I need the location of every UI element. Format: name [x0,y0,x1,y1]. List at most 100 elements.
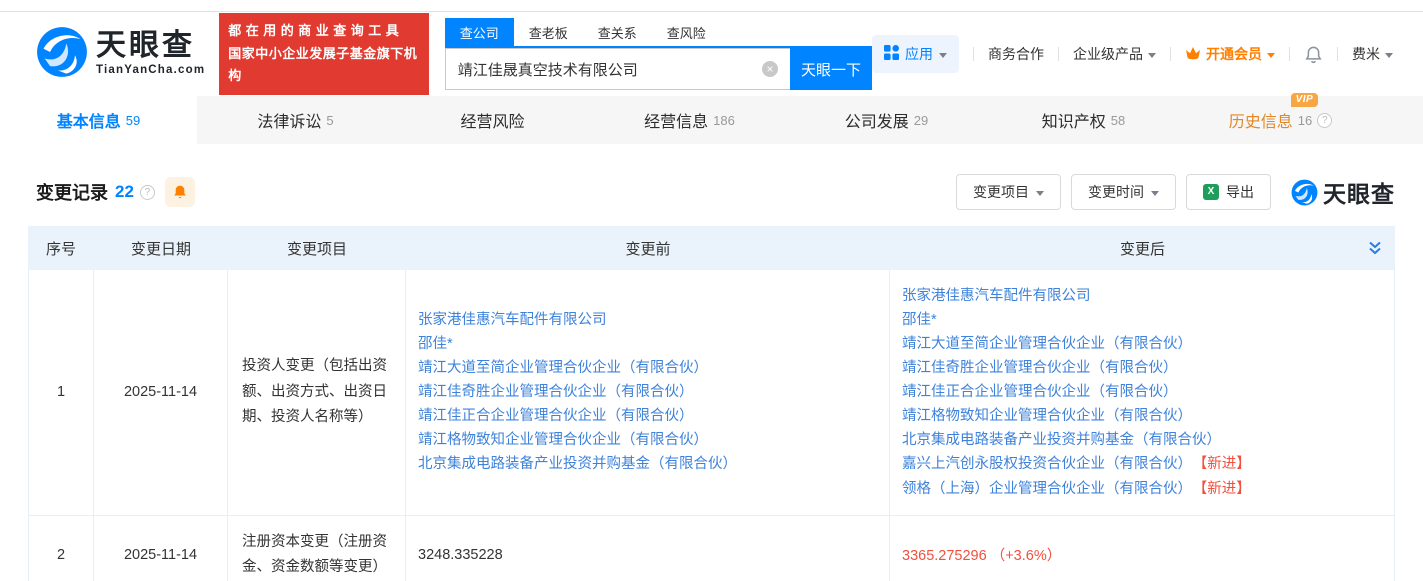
header-nav: 应用 商务合作 企业级产品 开通会员 [872,35,1393,73]
tab-intellectual-property[interactable]: 知识产权 58 [985,96,1182,144]
tab-basic-info[interactable]: 基本信息 59 [0,96,197,144]
chevron-down-icon [939,53,947,58]
cell-before: 张家港佳惠汽车配件有限公司 邵佳* 靖江大道至简企业管理合伙企业（有限合伙） 靖… [406,270,890,515]
col-header-no: 序号 [28,238,94,259]
filter-change-item-button[interactable]: 变更项目 [956,174,1061,210]
col-header-after: 变更后 [890,238,1395,259]
help-icon[interactable]: ? [140,185,155,200]
monitor-bell-button[interactable] [165,177,195,207]
search-button[interactable]: 天眼一下 [790,48,872,90]
search-input[interactable] [445,48,790,90]
company-link[interactable]: 靖江格物致知企业管理合伙企业（有限合伙） [902,408,1192,424]
tianyancha-logo-icon [1291,179,1318,206]
page-tab-bar: 基本信息 59 法律诉讼 5 经营风险 经营信息 186 公司发展 29 知识产… [0,96,1423,144]
search-tab-risk[interactable]: 查风险 [652,18,721,46]
company-link[interactable]: 领格（上海）企业管理合伙企业（有限合伙） [902,481,1192,497]
company-link[interactable]: 靖江佳正合企业管理合伙企业（有限合伙） [418,408,694,424]
apps-grid-icon [884,45,899,63]
cell-after: 3365.275296 （+3.6%） [890,516,1395,581]
divider [1289,47,1290,61]
tab-label: 基本信息 [57,108,121,132]
vip-badge: VIP [1291,93,1319,107]
export-button[interactable]: X 导出 [1186,174,1271,210]
table-header-row: 序号 变更日期 变更项目 变更前 变更后 [28,226,1395,270]
logo-subtitle: TianYanCha.com [96,65,205,77]
company-link[interactable]: 靖江大道至简企业管理合伙企业（有限合伙） [418,360,708,376]
tab-company-development[interactable]: 公司发展 29 [788,96,985,144]
divider [1058,47,1059,61]
tab-count: 58 [1111,113,1125,128]
crown-icon [1185,46,1201,63]
tab-count: 186 [713,113,735,128]
search-block: 查公司 查老板 查关系 查风险 × 天眼一下 [445,18,872,90]
nav-business-cooperation[interactable]: 商务合作 [988,44,1044,64]
cell-date: 2025-11-14 [94,516,228,581]
logo-title: 天眼查 [96,31,205,61]
table-row: 2 2025-11-14 注册资本变更（注册资金、资金数额等变更） 3248.3… [28,516,1395,581]
export-label: 导出 [1226,182,1254,202]
tab-history-info[interactable]: VIP 历史信息 16 ? [1182,96,1379,144]
chevron-down-icon [1385,53,1393,58]
divider [973,47,974,61]
search-tab-boss[interactable]: 查老板 [514,18,583,46]
cell-change-item: 注册资本变更（注册资金、资金数额等变更） [228,516,406,581]
section-title: 变更记录 [36,179,108,205]
tab-count: 5 [326,113,333,128]
tianyancha-logo-icon [36,26,88,83]
tab-operating-risk[interactable]: 经营风险 [394,96,591,144]
cell-no: 1 [28,270,94,515]
chevron-down-icon [1036,191,1044,196]
search-tab-company[interactable]: 查公司 [445,18,514,46]
company-link[interactable]: 张家港佳惠汽车配件有限公司 [418,312,607,328]
cell-after: 张家港佳惠汽车配件有限公司 邵佳* 靖江大道至简企业管理合伙企业（有限合伙） 靖… [890,270,1395,515]
clear-search-icon[interactable]: × [762,61,778,77]
user-menu[interactable]: 费米 [1352,44,1393,64]
col-header-item: 变更项目 [228,238,406,259]
filter-label: 变更项目 [973,182,1029,202]
change-records-table: 序号 变更日期 变更项目 变更前 变更后 1 2025-11-14 投资人变更（… [28,226,1395,581]
company-link[interactable]: 靖江佳正合企业管理合伙企业（有限合伙） [902,384,1178,400]
company-link[interactable]: 北京集成电路装备产业投资并购基金（有限合伙） [418,456,737,472]
company-link[interactable]: 靖江大道至简企业管理合伙企业（有限合伙） [902,336,1192,352]
help-icon[interactable]: ? [1317,113,1332,128]
table-row: 1 2025-11-14 投资人变更（包括出资额、出资方式、出资日期、投资人名称… [28,270,1395,516]
company-link[interactable]: 靖江佳奇胜企业管理合伙企业（有限合伙） [902,360,1178,376]
divider [1170,47,1171,61]
company-link[interactable]: 靖江格物致知企业管理合伙企业（有限合伙） [418,432,708,448]
excel-icon: X [1203,184,1219,200]
chevron-down-icon [1267,53,1275,58]
tab-label: 知识产权 [1042,108,1106,132]
company-link[interactable]: 张家港佳惠汽车配件有限公司 [902,288,1091,304]
tianyancha-logo[interactable]: 天眼查 TianYanCha.com [36,26,205,83]
notifications-bell[interactable] [1304,45,1323,64]
tab-business-info[interactable]: 经营信息 186 [591,96,788,144]
divider [1337,47,1338,61]
filter-change-time-button[interactable]: 变更时间 [1071,174,1176,210]
chevron-down-icon [1151,191,1159,196]
tab-count: 16 [1298,113,1312,128]
company-link[interactable]: 靖江佳奇胜企业管理合伙企业（有限合伙） [418,384,694,400]
slogan-banner: 都在用的商业查询工具 国家中小企业发展子基金旗下机构 [219,13,428,95]
nav-enterprise-products[interactable]: 企业级产品 [1073,44,1156,64]
filter-label: 变更时间 [1088,182,1144,202]
collapse-double-chevron-icon[interactable] [1367,240,1383,261]
search-tabs: 查公司 查老板 查关系 查风险 [445,18,872,48]
search-tab-relation[interactable]: 查关系 [583,18,652,46]
apps-menu[interactable]: 应用 [872,35,959,73]
nav-open-vip[interactable]: 开通会员 [1185,44,1275,64]
cell-before: 3248.335228 [406,516,890,581]
tab-label: 法律诉讼 [257,108,321,132]
tab-count: 29 [914,113,928,128]
username: 费米 [1352,44,1380,64]
vip-label: 开通会员 [1206,44,1262,64]
site-header: 天眼查 TianYanCha.com 都在用的商业查询工具 国家中小企业发展子基… [0,12,1423,96]
tab-count: 59 [126,113,140,128]
chevron-down-icon [1148,53,1156,58]
company-link[interactable]: 邵佳* [418,336,453,352]
company-link[interactable]: 北京集成电路装备产业投资并购基金（有限合伙） [902,432,1221,448]
company-link[interactable]: 邵佳* [902,312,937,328]
new-entry-tag: 【新进】 [1200,456,1251,472]
tianyancha-watermark: 天眼查 [1291,175,1395,209]
company-link[interactable]: 嘉兴上汽创永股权投资合伙企业（有限合伙） [902,456,1192,472]
tab-legal-proceedings[interactable]: 法律诉讼 5 [197,96,394,144]
